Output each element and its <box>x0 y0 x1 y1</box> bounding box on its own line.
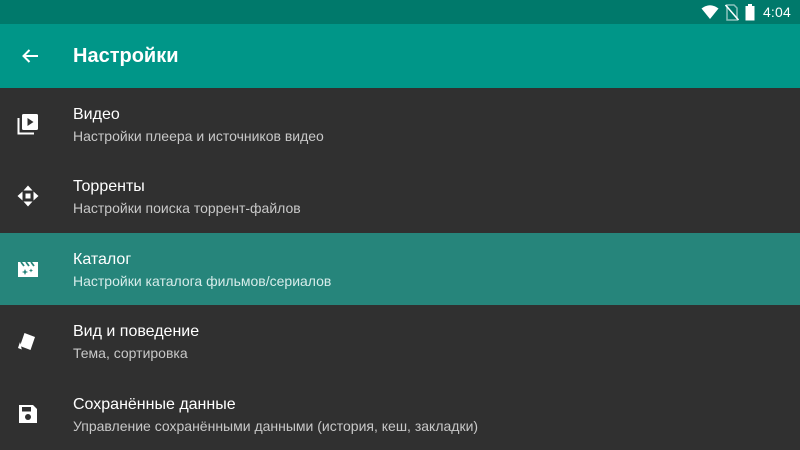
settings-item-subtitle: Управление сохранёнными данными (история… <box>73 417 479 434</box>
settings-item-saved-data[interactable]: Сохранённые данные Управление сохранённы… <box>0 378 800 450</box>
clock: 4:04 <box>762 4 791 20</box>
settings-item-torrents[interactable]: Торренты Настройки поиска торрент-файлов <box>0 160 800 232</box>
settings-item-subtitle: Настройки каталога фильмов/сериалов <box>73 272 332 289</box>
movie-filter-icon <box>16 257 40 281</box>
settings-item-title: Видео <box>73 106 120 123</box>
video-library-icon <box>16 112 40 136</box>
move-arrows-icon <box>16 184 40 208</box>
status-bar: 4:04 <box>0 0 800 24</box>
save-icon <box>16 402 40 426</box>
no-sim-icon <box>724 0 739 24</box>
app-bar: Настройки <box>0 24 800 88</box>
style-cards-icon <box>16 329 40 353</box>
settings-item-title: Сохранённые данные <box>73 395 236 413</box>
settings-item-video[interactable]: Видео Настройки плеера и источников виде… <box>0 88 800 160</box>
back-button[interactable] <box>18 44 42 68</box>
battery-icon <box>745 0 755 24</box>
settings-item-subtitle: Настройки плеера и источников видео <box>73 128 324 144</box>
settings-item-subtitle: Настройки поиска торрент-файлов <box>73 200 301 217</box>
arrow-back-icon <box>22 49 38 63</box>
settings-item-appearance[interactable]: Вид и поведение Тема, сортировка <box>0 305 800 377</box>
settings-item-subtitle: Тема, сортировка <box>73 345 188 362</box>
settings-item-title: Торренты <box>73 178 145 196</box>
wifi-icon <box>701 0 719 24</box>
settings-item-catalog[interactable]: Каталог Настройки каталога фильмов/сериа… <box>0 232 800 306</box>
settings-list: Видео Настройки плеера и источников виде… <box>0 88 800 450</box>
settings-item-title: Вид и поведение <box>73 323 200 341</box>
page-title: Настройки <box>73 45 179 67</box>
settings-item-title: Каталог <box>73 250 132 268</box>
